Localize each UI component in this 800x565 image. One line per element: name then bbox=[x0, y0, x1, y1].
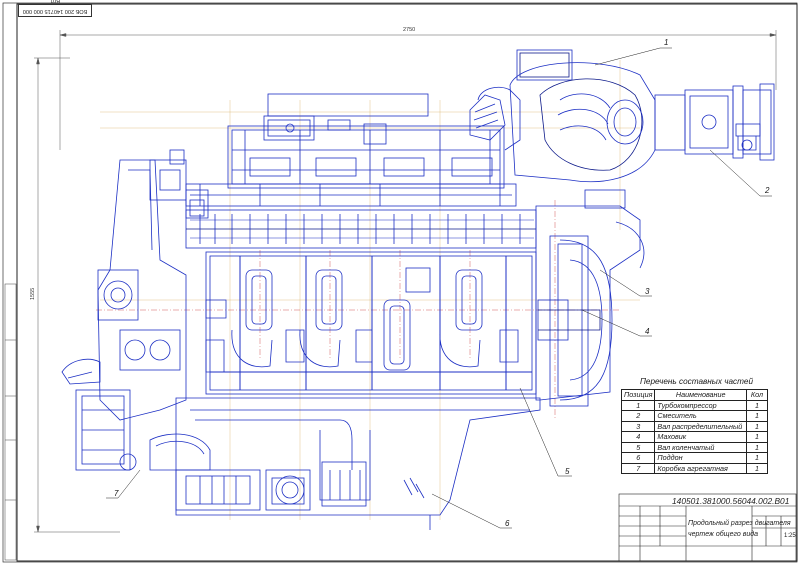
parts-table: Позиция Наименование Кол 1 Турбокомпресс… bbox=[620, 389, 768, 474]
row-position: 3 bbox=[620, 420, 656, 432]
callout-3: 3 bbox=[645, 287, 650, 296]
table-row: 5 Вал коленчатый 1 bbox=[620, 441, 768, 453]
row-qty: 1 bbox=[746, 399, 768, 411]
crankcase bbox=[205, 251, 537, 395]
height-dimension: 1555 bbox=[30, 287, 36, 300]
row-name: Турбокомпрессор bbox=[654, 399, 747, 411]
table-row: 6 Поддон 1 bbox=[620, 452, 768, 464]
table-row: 2 Смеситель 1 bbox=[620, 410, 768, 422]
callout-6: 6 bbox=[505, 519, 510, 528]
drawing-stamp: БОБ 200 140715 000 000 В01 bbox=[18, 0, 92, 17]
parts-table-title: Перечень составных частей bbox=[640, 377, 754, 386]
camshaft bbox=[185, 209, 537, 249]
drawing-name-line2: чертеж общего вида bbox=[688, 531, 759, 538]
callout-2: 2 bbox=[765, 186, 770, 195]
row-qty: 1 bbox=[746, 452, 768, 464]
row-position: 6 bbox=[620, 452, 656, 464]
row-qty: 1 bbox=[746, 410, 768, 422]
table-row: 1 Турбокомпрессор 1 bbox=[620, 399, 768, 411]
row-position: 5 bbox=[620, 441, 656, 453]
intake-pipe bbox=[469, 86, 521, 151]
row-qty: 1 bbox=[746, 420, 768, 432]
row-position: 1 bbox=[620, 399, 656, 411]
cylinder-head bbox=[185, 93, 517, 207]
callout-7: 7 bbox=[114, 489, 119, 498]
row-position: 7 bbox=[620, 462, 656, 474]
outer-border bbox=[2, 2, 798, 563]
callout-1: 1 bbox=[664, 38, 669, 47]
header-name: Наименование bbox=[654, 389, 747, 401]
width-dimension: 2750 bbox=[403, 27, 416, 33]
row-name: Вал коленчатый bbox=[654, 441, 747, 453]
row-name: Смеситель bbox=[654, 410, 747, 422]
drawing-name-line1: Продольный разрез двигателя bbox=[688, 520, 791, 527]
row-qty: 1 bbox=[746, 462, 768, 474]
left-margin-strip bbox=[4, 283, 17, 561]
row-qty: 1 bbox=[746, 441, 768, 453]
table-row: 4 Маховик 1 bbox=[620, 431, 768, 443]
turbocharger bbox=[509, 49, 775, 183]
table-row: 3 Вал распределительный 1 bbox=[620, 420, 768, 432]
engine-drawing-sheet bbox=[2, 2, 798, 563]
callout-5: 5 bbox=[565, 467, 570, 476]
table-row: 7 Коробка агрегатная 1 bbox=[620, 462, 768, 474]
row-name: Вал распределительный bbox=[654, 420, 747, 432]
drawing-scale: 1:25 bbox=[784, 533, 796, 539]
row-position: 2 bbox=[620, 410, 656, 422]
row-name: Маховик bbox=[654, 431, 747, 443]
drawing-code: 140501.381000.56044.002.В01 bbox=[672, 496, 790, 506]
row-position: 4 bbox=[620, 431, 656, 443]
flywheel-housing bbox=[535, 189, 645, 407]
row-qty: 1 bbox=[746, 431, 768, 443]
row-name: Коробка агрегатная bbox=[654, 462, 747, 474]
header-qty: Кол bbox=[746, 389, 768, 401]
parts-table-header-row: Позиция Наименование Кол bbox=[620, 389, 768, 401]
callout-4: 4 bbox=[645, 327, 650, 336]
header-position: Позиция bbox=[620, 389, 656, 401]
row-name: Поддон bbox=[654, 452, 747, 464]
